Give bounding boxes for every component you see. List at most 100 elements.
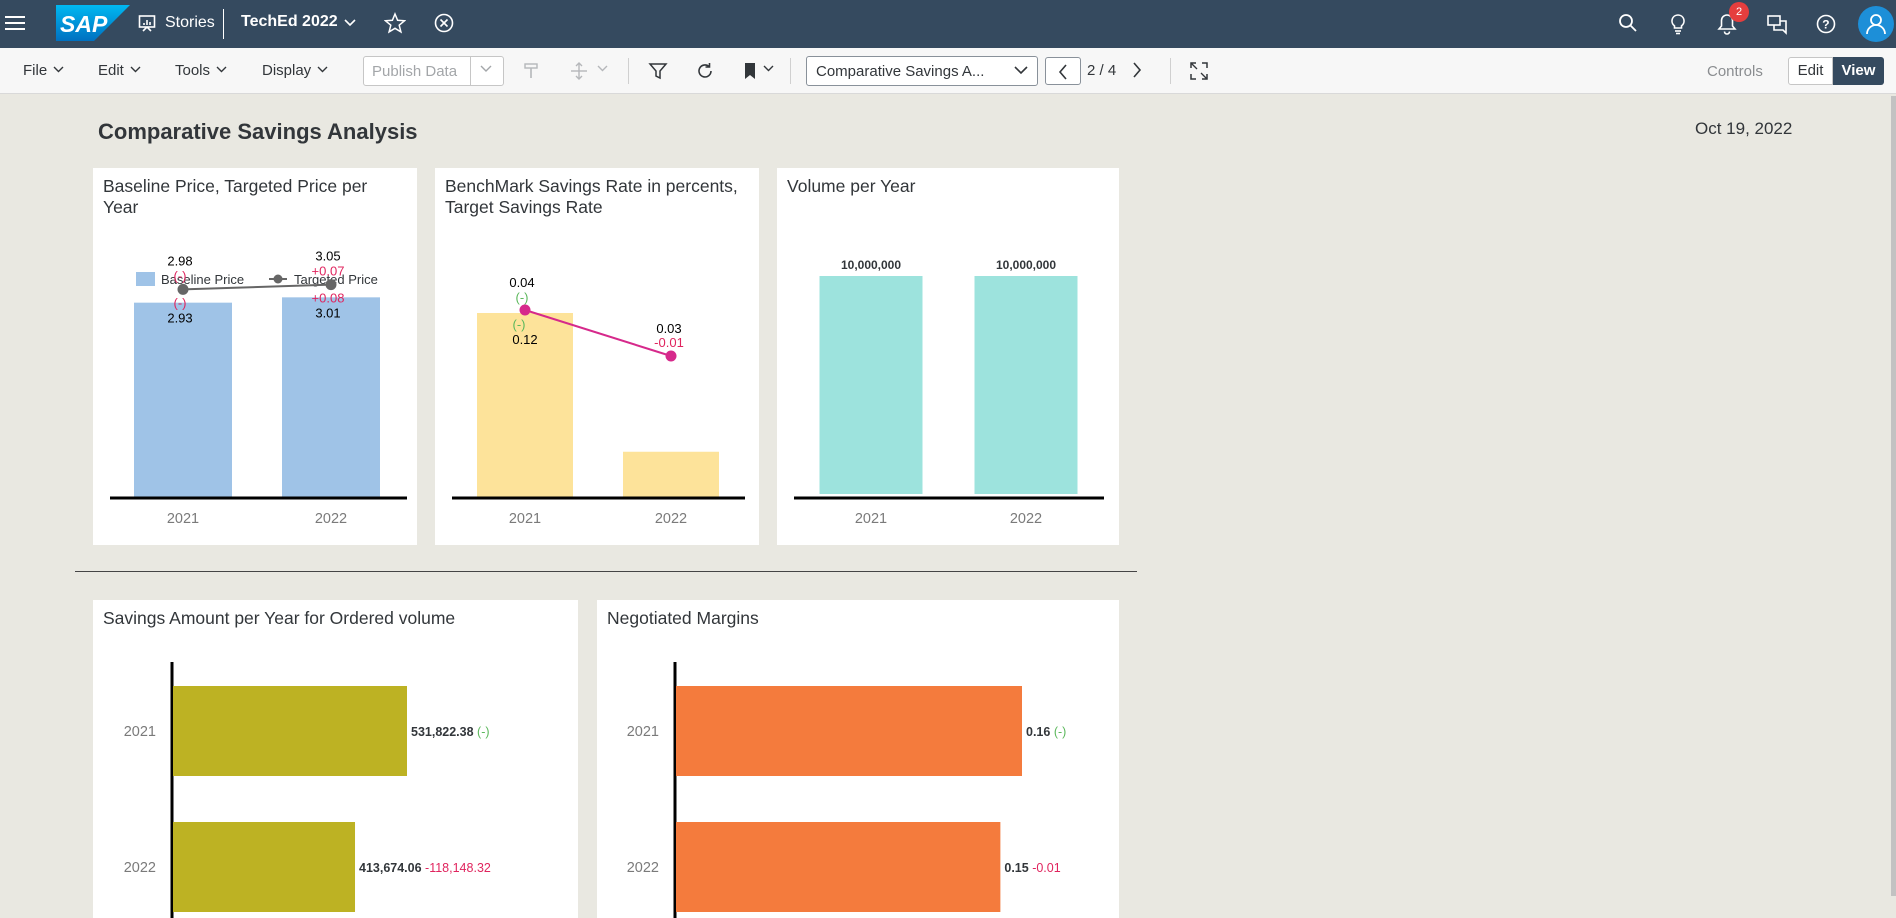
variance-label-baseline: +0.08: [312, 291, 345, 306]
chevron-down-icon: [317, 66, 328, 73]
split-divider: [470, 57, 471, 85]
chart-title: Baseline Price, Targeted Price per Year: [103, 176, 368, 217]
data-value: 413,674.06: [359, 861, 425, 875]
close-circle-icon[interactable]: [433, 12, 455, 34]
negotiated-margins-chart: 0.16 (-) 0.15 -0.01 2021 2022: [627, 662, 1066, 918]
targeted-price-point: [177, 283, 189, 295]
move-icon[interactable]: [569, 61, 591, 81]
volume-chart: 10,000,000 10,000,000 2021 2022: [794, 258, 1104, 527]
chart-tile-negotiated-margins[interactable]: 0.16 (-) 0.15 -0.01 2021 2022 Negotiated Ma…: [597, 600, 1119, 918]
chart-tile-savings-amount[interactable]: 531,822.38 (-) 413,674.06 -118,148.32 2021…: [93, 600, 578, 918]
legend-swatch-baseline: [136, 272, 155, 286]
section-divider: [75, 571, 1137, 572]
avatar[interactable]: [1858, 6, 1894, 42]
menu-icon[interactable]: [5, 12, 25, 34]
filter-icon[interactable]: [648, 61, 668, 81]
search-icon[interactable]: [1618, 13, 1638, 33]
menu-edit[interactable]: Edit: [98, 62, 141, 79]
chart-tile-volume[interactable]: 10,000,000 10,000,000 2021 2022 Volume per …: [777, 168, 1119, 545]
publish-data-button[interactable]: Publish Data: [363, 56, 504, 86]
menu-tools-label: Tools: [175, 62, 211, 79]
chevron-right-icon[interactable]: [1132, 62, 1142, 78]
menu-display-label: Display: [262, 62, 312, 79]
data-label-targeted: 2.98: [167, 253, 192, 268]
toolbar-separator: [1170, 58, 1171, 84]
notification-badge: 2: [1729, 2, 1749, 22]
previous-page-button[interactable]: [1045, 57, 1081, 85]
savings-amount-chart: 531,822.38 (-) 413,674.06 -118,148.32 2021…: [124, 662, 491, 918]
page-title: Comparative Savings Analysis: [98, 119, 418, 144]
sap-logo[interactable]: SAP: [56, 5, 130, 41]
chevron-down-icon[interactable]: [343, 16, 357, 30]
data-label: 531,822.38 (-): [411, 725, 490, 739]
variance-value: (-): [1054, 725, 1067, 739]
x-tick-label: 2022: [1010, 511, 1042, 527]
chart-title: Negotiated Margins: [607, 608, 759, 628]
data-label-targeted: 3.05: [315, 249, 340, 264]
menu-display[interactable]: Display: [262, 62, 328, 79]
lightbulb-icon[interactable]: [1668, 13, 1688, 35]
chevron-down-icon: [130, 66, 141, 73]
y-tick-label: 2021: [124, 724, 156, 740]
chevron-down-icon: [1014, 66, 1028, 75]
refresh-icon[interactable]: [695, 61, 715, 81]
data-value: 0.15: [1004, 861, 1032, 875]
help-icon[interactable]: ?: [1815, 13, 1837, 35]
x-tick-label: 2021: [509, 511, 541, 527]
chevron-down-icon[interactable]: [597, 65, 608, 72]
chart-bar: [819, 276, 923, 494]
variance-value: -118,148.32: [425, 861, 491, 875]
vertical-scrollbar[interactable]: [1891, 96, 1896, 896]
stories-icon[interactable]: [138, 14, 156, 32]
view-mode-button[interactable]: View: [1833, 57, 1884, 85]
data-label: 10,000,000: [996, 258, 1056, 272]
data-label: 413,674.06 -118,148.32: [359, 861, 491, 875]
chat-icon[interactable]: [1766, 13, 1788, 35]
fullscreen-icon[interactable]: [1189, 61, 1209, 81]
edit-mode-button[interactable]: Edit: [1788, 57, 1833, 85]
star-icon[interactable]: [384, 12, 406, 34]
y-tick-label: 2022: [124, 860, 156, 876]
data-label-bar: 0.12: [512, 332, 537, 347]
savings-rate-chart: 2021 20220.04(-)(-)0.120.03-0.01: [452, 275, 745, 527]
data-label: 0.16 (-): [1026, 725, 1066, 739]
data-value: 0.16: [1026, 725, 1054, 739]
chart-tile-baseline-price[interactable]: Baseline Price Targeted Price 2021 2022 2.98…: [93, 168, 417, 545]
chart-bar: [134, 302, 232, 498]
variance-label-targeted: +0.07: [312, 264, 345, 279]
controls-label[interactable]: Controls: [1707, 63, 1763, 80]
menu-file[interactable]: File: [23, 62, 64, 79]
target-rate-point: [665, 350, 677, 362]
page-count: 2 / 4: [1087, 62, 1117, 79]
bookmark-icon[interactable]: [742, 61, 758, 81]
story-title[interactable]: TechEd 2022: [241, 13, 338, 31]
chart-bar: [676, 822, 1001, 912]
chart-bar: [173, 822, 356, 912]
chart-tile-savings-rate[interactable]: 2021 2022 0.04 (-) (-) 0.12 0.03 -0.01 BenchMar…: [435, 168, 759, 545]
data-value: 531,822.38: [411, 725, 477, 739]
chevron-down-icon[interactable]: [763, 65, 774, 72]
sap-logo-text: SAP: [60, 11, 108, 37]
toolbar-separator: [790, 58, 791, 84]
legend-marker-targeted: [273, 274, 283, 284]
menu-tools[interactable]: Tools: [175, 62, 227, 79]
chevron-down-icon: [53, 66, 64, 73]
chart-title: Savings Amount per Year for Ordered volu…: [103, 608, 456, 628]
data-label-baseline: 3.01: [315, 306, 340, 321]
page-select[interactable]: Comparative Savings A...: [806, 56, 1038, 86]
y-tick-label: 2021: [627, 724, 659, 740]
toolbar-separator: [628, 58, 629, 84]
data-label: 10,000,000: [841, 258, 901, 272]
x-tick-label: 2021: [167, 511, 199, 527]
stories-label[interactable]: Stories: [165, 14, 215, 32]
data-label-bar: 0.03: [656, 321, 681, 336]
variance-value: (-): [477, 725, 490, 739]
shell-bar: SAP Stories TechEd 2022 2 ?: [0, 0, 1896, 48]
chart-bar: [676, 686, 1022, 776]
chevron-down-icon[interactable]: [480, 65, 492, 73]
x-tick-label: 2021: [855, 511, 887, 527]
targeted-price-point: [325, 279, 337, 291]
format-painter-icon[interactable]: [522, 61, 542, 81]
shell-separator: [223, 9, 224, 39]
data-label-target: 0.04: [509, 275, 534, 290]
